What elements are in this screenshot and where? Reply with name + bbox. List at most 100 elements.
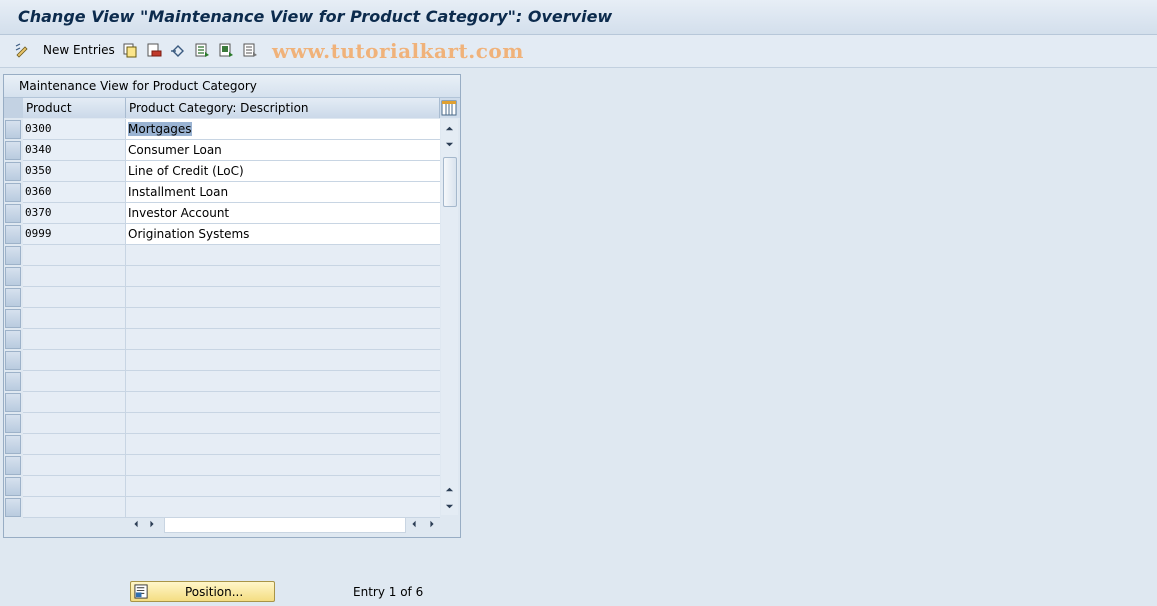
row-selector[interactable] <box>5 477 21 496</box>
deselect-all-icon[interactable] <box>241 41 259 59</box>
empty-cell <box>23 392 126 413</box>
table-settings-icon[interactable] <box>441 100 457 116</box>
empty-cell <box>126 287 440 308</box>
scroll-down-icon[interactable] <box>443 138 456 151</box>
description-text: Installment Loan <box>128 185 229 199</box>
product-category-cell: 0350 <box>23 161 126 182</box>
empty-table-row <box>4 455 440 476</box>
table-title: Maintenance View for Product Category <box>19 79 257 93</box>
empty-table-row <box>4 329 440 350</box>
empty-table-row <box>4 392 440 413</box>
empty-table-row <box>4 287 440 308</box>
column-header-product-category[interactable]: Product Category <box>23 98 126 135</box>
position-icon <box>134 584 148 599</box>
table-control: Maintenance View for Product Category Pr… <box>3 74 461 538</box>
empty-cell <box>23 497 126 518</box>
description-text: Investor Account <box>128 206 230 220</box>
description-text: Consumer Loan <box>128 143 222 157</box>
description-field[interactable]: Line of Credit (LoC) <box>126 161 440 182</box>
empty-cell <box>23 455 126 476</box>
row-selector[interactable] <box>5 456 21 475</box>
select-block-icon[interactable] <box>217 41 235 59</box>
row-selector[interactable] <box>5 414 21 433</box>
empty-cell <box>23 476 126 497</box>
application-toolbar: New Entries www.tutorialkart.com <box>0 35 1157 68</box>
row-selector[interactable] <box>5 162 21 181</box>
scroll-up-icon[interactable] <box>443 122 456 135</box>
product-category-cell: 0999 <box>23 224 126 245</box>
select-all-icon[interactable] <box>193 41 211 59</box>
table-title-bar: Maintenance View for Product Category <box>4 75 460 98</box>
empty-cell <box>126 308 440 329</box>
new-entries-button[interactable]: New Entries <box>43 43 115 57</box>
empty-cell <box>23 287 126 308</box>
row-selector[interactable] <box>5 120 21 139</box>
row-selector[interactable] <box>5 435 21 454</box>
copy-icon[interactable] <box>121 41 139 59</box>
row-selector[interactable] <box>5 393 21 412</box>
entry-counter: Entry 1 of 6 <box>353 585 424 599</box>
row-selector[interactable] <box>5 309 21 328</box>
delete-icon[interactable] <box>145 41 163 59</box>
row-selector[interactable] <box>5 141 21 160</box>
empty-cell <box>23 266 126 287</box>
scroll-left-icon[interactable] <box>408 517 420 531</box>
watermark-text: www.tutorialkart.com <box>272 39 524 63</box>
vertical-scrollbar[interactable] <box>441 119 458 515</box>
scroll-right-icon[interactable] <box>426 517 438 531</box>
empty-cell <box>23 413 126 434</box>
table-row: 0999 Origination Systems <box>4 224 440 245</box>
table-row: 0360 Installment Loan <box>4 182 440 203</box>
empty-cell <box>23 350 126 371</box>
description-field[interactable]: Origination Systems <box>126 224 440 245</box>
table-row: 0340 Consumer Loan <box>4 140 440 161</box>
description-field[interactable]: Mortgages <box>126 119 440 140</box>
scroll-page-down-icon[interactable] <box>443 500 456 513</box>
empty-cell <box>126 434 440 455</box>
empty-cell <box>126 413 440 434</box>
row-selector[interactable] <box>5 225 21 244</box>
scroll-page-up-icon[interactable] <box>443 483 456 496</box>
description-field[interactable]: Consumer Loan <box>126 140 440 161</box>
empty-cell <box>126 392 440 413</box>
row-selector[interactable] <box>5 204 21 223</box>
product-category-cell: 0340 <box>23 140 126 161</box>
title-bar: Change View "Maintenance View for Produc… <box>0 0 1157 35</box>
row-selector[interactable] <box>5 267 21 286</box>
empty-table-row <box>4 266 440 287</box>
scroll-right-icon[interactable] <box>146 517 158 531</box>
description-text: Line of Credit (LoC) <box>128 164 244 178</box>
row-selector[interactable] <box>5 246 21 265</box>
row-selector[interactable] <box>5 372 21 391</box>
table-row: 0370 Investor Account <box>4 203 440 224</box>
scroll-thumb[interactable] <box>443 157 457 207</box>
empty-cell <box>23 245 126 266</box>
description-field[interactable]: Installment Loan <box>126 182 440 203</box>
row-selector[interactable] <box>5 330 21 349</box>
row-selector[interactable] <box>5 288 21 307</box>
empty-table-row <box>4 413 440 434</box>
display-change-icon[interactable] <box>13 41 31 59</box>
horizontal-scroll-right-group <box>404 517 440 531</box>
horizontal-scrollbar-track[interactable] <box>164 517 406 533</box>
row-selector[interactable] <box>5 351 21 370</box>
empty-cell <box>126 455 440 476</box>
empty-table-row <box>4 371 440 392</box>
row-selector[interactable] <box>5 183 21 202</box>
undo-icon[interactable] <box>169 41 187 59</box>
empty-cell <box>126 476 440 497</box>
description-text: Mortgages <box>128 122 192 136</box>
empty-cell <box>126 266 440 287</box>
scroll-left-icon[interactable] <box>130 517 142 531</box>
table-row: 0350 Line of Credit (LoC) <box>4 161 440 182</box>
empty-cell <box>23 434 126 455</box>
row-selector[interactable] <box>5 498 21 517</box>
position-button[interactable]: Position... <box>130 581 275 602</box>
empty-table-row <box>4 308 440 329</box>
column-header-description[interactable]: Product Category: Description <box>126 98 440 118</box>
position-button-label: Position... <box>185 585 244 599</box>
select-all-rows-button[interactable] <box>4 98 24 118</box>
product-category-cell: 0360 <box>23 182 126 203</box>
description-field[interactable]: Investor Account <box>126 203 440 224</box>
page-title: Change View "Maintenance View for Produc… <box>18 7 613 26</box>
